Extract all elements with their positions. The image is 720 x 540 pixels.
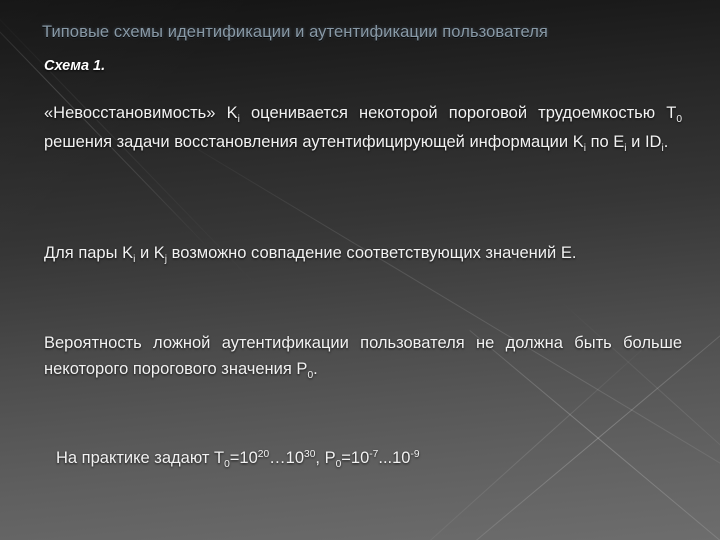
paragraph-1: «Невосстановимость» Ki оценивается некот… — [44, 104, 683, 154]
slide-content: Схема 1. «Невосстановимость» Ki оценивае… — [0, 0, 720, 540]
paragraph-4-formulas: На практике задают T0=1020…1030, P0=10-7… — [56, 449, 420, 470]
scheme-subheading: Схема 1. — [44, 58, 106, 74]
paragraph-3: Вероятность ложной аутентификации пользо… — [44, 334, 682, 381]
paragraph-2: Для пары Ki и Kj возможно совпадение соо… — [44, 244, 577, 265]
presentation-slide: Типовые схемы идентификации и аутентифик… — [0, 0, 720, 540]
